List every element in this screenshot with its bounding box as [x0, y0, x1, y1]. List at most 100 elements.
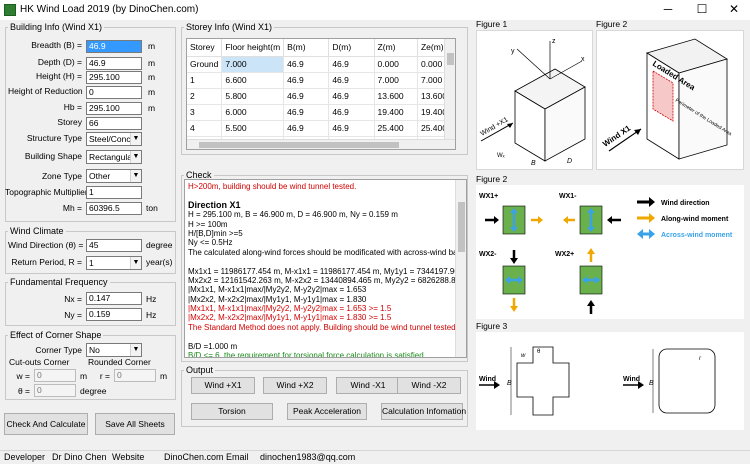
developer-value: Dr Dino Chen: [52, 452, 107, 462]
scroll-thumb[interactable]: [458, 202, 465, 252]
corner-type-select[interactable]: No ▼: [86, 343, 142, 357]
table-cell[interactable]: 46.9: [283, 88, 330, 105]
return-period-value: 1: [89, 258, 94, 268]
theta-input[interactable]: 0: [34, 384, 76, 397]
table-cell[interactable]: 3: [187, 104, 223, 121]
peak-acceleration-button[interactable]: Peak Acceleration: [287, 403, 367, 420]
vertical-scrollbar[interactable]: [444, 39, 455, 140]
height-input[interactable]: 295.100: [86, 71, 142, 84]
w-input[interactable]: 0: [34, 369, 76, 382]
table-cell[interactable]: 2: [187, 88, 223, 105]
fig1-b-label: B: [531, 160, 536, 167]
figure-2: Loaded Area Perimeter of the Loaded Area…: [596, 30, 744, 170]
nx-unit: Hz: [146, 294, 157, 304]
r-input[interactable]: 0: [114, 369, 156, 382]
check-calculate-button[interactable]: Check And Calculate: [4, 413, 88, 435]
table-cell[interactable]: 46.9: [283, 72, 330, 89]
table-cell[interactable]: 25.400: [374, 120, 418, 137]
torsion-button[interactable]: Torsion: [191, 403, 273, 420]
fig1-d-label: D: [567, 158, 572, 165]
table-cell[interactable]: 46.9: [328, 120, 375, 137]
table-cell[interactable]: 46.9: [328, 72, 375, 89]
legend-along-wind: Along-wind moment: [661, 216, 729, 223]
scroll-thumb[interactable]: [447, 53, 454, 65]
vertical-scrollbar[interactable]: [455, 180, 466, 357]
table-row[interactable]: 2 5.800 46.9 46.9 13.600 13.600: [187, 88, 455, 105]
wind-direction-input[interactable]: 45: [86, 239, 142, 252]
table-cell[interactable]: 6.600: [221, 72, 285, 89]
column-header[interactable]: Storey: [187, 39, 223, 57]
website-label: Website: [112, 452, 145, 462]
storey-table[interactable]: Storey Floor height(m B(m) D(m) Z(m) Ze(m) Gr…: [186, 38, 456, 150]
table-cell[interactable]: 46.9: [283, 104, 330, 121]
nx-input[interactable]: 0.147: [86, 292, 142, 305]
legend-across-wind: Across-wind moment: [661, 232, 733, 239]
scroll-thumb[interactable]: [199, 142, 399, 148]
wind-x2-button[interactable]: Wind +X2: [263, 377, 327, 394]
frequency-legend: Fundamental Frequency: [10, 277, 108, 287]
column-header[interactable]: Z(m): [374, 39, 418, 57]
column-header[interactable]: Floor height(m: [221, 39, 285, 57]
reduction-label: Height of Reduction: [8, 86, 83, 96]
developer-label: Developer: [4, 452, 46, 462]
table-row[interactable]: Ground 7.000 46.9 46.9 0.000 0.000: [187, 56, 455, 73]
ny-input[interactable]: 0.159: [86, 308, 142, 321]
table-cell[interactable]: 13.600: [374, 88, 418, 105]
website-value: DinoChen.com: [164, 452, 224, 462]
building-shape-select[interactable]: Rectangular ▼: [86, 150, 142, 164]
hb-input[interactable]: 295.100: [86, 102, 142, 115]
zone-type-select[interactable]: Other ▼: [86, 169, 142, 183]
check-line: |Mx2x2, M-x2x2|max/|My1y1, M-y1y1|max = …: [188, 294, 367, 304]
return-period-select[interactable]: 1 ▼: [86, 256, 142, 270]
topo-input[interactable]: 1: [86, 186, 142, 199]
zone-type-value: Other: [89, 171, 111, 181]
chevron-down-icon: ▼: [130, 344, 141, 356]
table-cell[interactable]: 6.000: [221, 104, 285, 121]
table-cell[interactable]: 7.000: [221, 56, 285, 73]
wind-x1-button[interactable]: Wind +X1: [191, 377, 255, 394]
structure-type-select[interactable]: Steel/Concret ▼: [86, 132, 142, 146]
save-all-sheets-button[interactable]: Save All Sheets: [95, 413, 175, 435]
breadth-input[interactable]: 46.9: [86, 40, 142, 53]
table-cell[interactable]: 1: [187, 72, 223, 89]
maximize-button[interactable]: ☐: [686, 0, 718, 20]
depth-input[interactable]: 46.9: [86, 57, 142, 70]
table-cell[interactable]: 0.000: [374, 56, 418, 73]
figure-3: Wind B w θ Wind B r: [476, 332, 744, 430]
table-row[interactable]: 4 5.500 46.9 46.9 25.400 25.400: [187, 120, 455, 137]
table-cell[interactable]: 5.800: [221, 88, 285, 105]
table-cell[interactable]: 4: [187, 120, 223, 137]
calculation-information-button[interactable]: Calculation Infomation: [381, 403, 466, 420]
table-cell[interactable]: 19.400: [374, 104, 418, 121]
corner-shape-diagram: Wind B w θ Wind B r: [479, 346, 716, 416]
mh-label: Mh =: [62, 203, 82, 213]
table-cell[interactable]: 46.9: [283, 120, 330, 137]
table-cell[interactable]: 46.9: [328, 104, 375, 121]
check-output[interactable]: H>200m, building should be wind tunnel t…: [184, 179, 467, 358]
table-cell[interactable]: 5.500: [221, 120, 285, 137]
wind-minus-x2-button[interactable]: Wind -X2: [397, 377, 461, 394]
wind-minus-x1-button[interactable]: Wind -X1: [336, 377, 400, 394]
reduction-input[interactable]: 0: [86, 86, 142, 99]
table-cell[interactable]: 46.9: [328, 56, 375, 73]
table-row[interactable]: 1 6.600 46.9 46.9 7.000 7.000: [187, 72, 455, 89]
horizontal-scrollbar[interactable]: [187, 139, 455, 149]
table-cell[interactable]: 46.9: [328, 88, 375, 105]
table-cell[interactable]: Ground: [187, 56, 223, 73]
ny-unit: Hz: [146, 310, 157, 320]
return-period-unit: year(s): [146, 257, 173, 267]
column-header[interactable]: D(m): [328, 39, 375, 57]
mh-input[interactable]: 60396.5: [86, 202, 142, 215]
check-line: Mx2x2 = 12161542.263 m, M-x2x2 = 1344089…: [188, 275, 456, 285]
table-cell[interactable]: 46.9: [283, 56, 330, 73]
column-header[interactable]: B(m): [283, 39, 330, 57]
table-cell[interactable]: 7.000: [374, 72, 418, 89]
close-button[interactable]: ✕: [718, 0, 750, 20]
minimize-button[interactable]: ─: [652, 0, 684, 20]
wind-moment-diagram: WX1+ WX1- WX2- WX2+ Wind direction Along…: [479, 193, 733, 314]
table-row[interactable]: 3 6.000 46.9 46.9 19.400 19.400: [187, 104, 455, 121]
storey-input[interactable]: 66: [86, 117, 142, 130]
check-line: H >= 100m: [188, 219, 228, 229]
structure-type-label: Structure Type: [26, 133, 82, 143]
w-label: w =: [16, 371, 30, 381]
